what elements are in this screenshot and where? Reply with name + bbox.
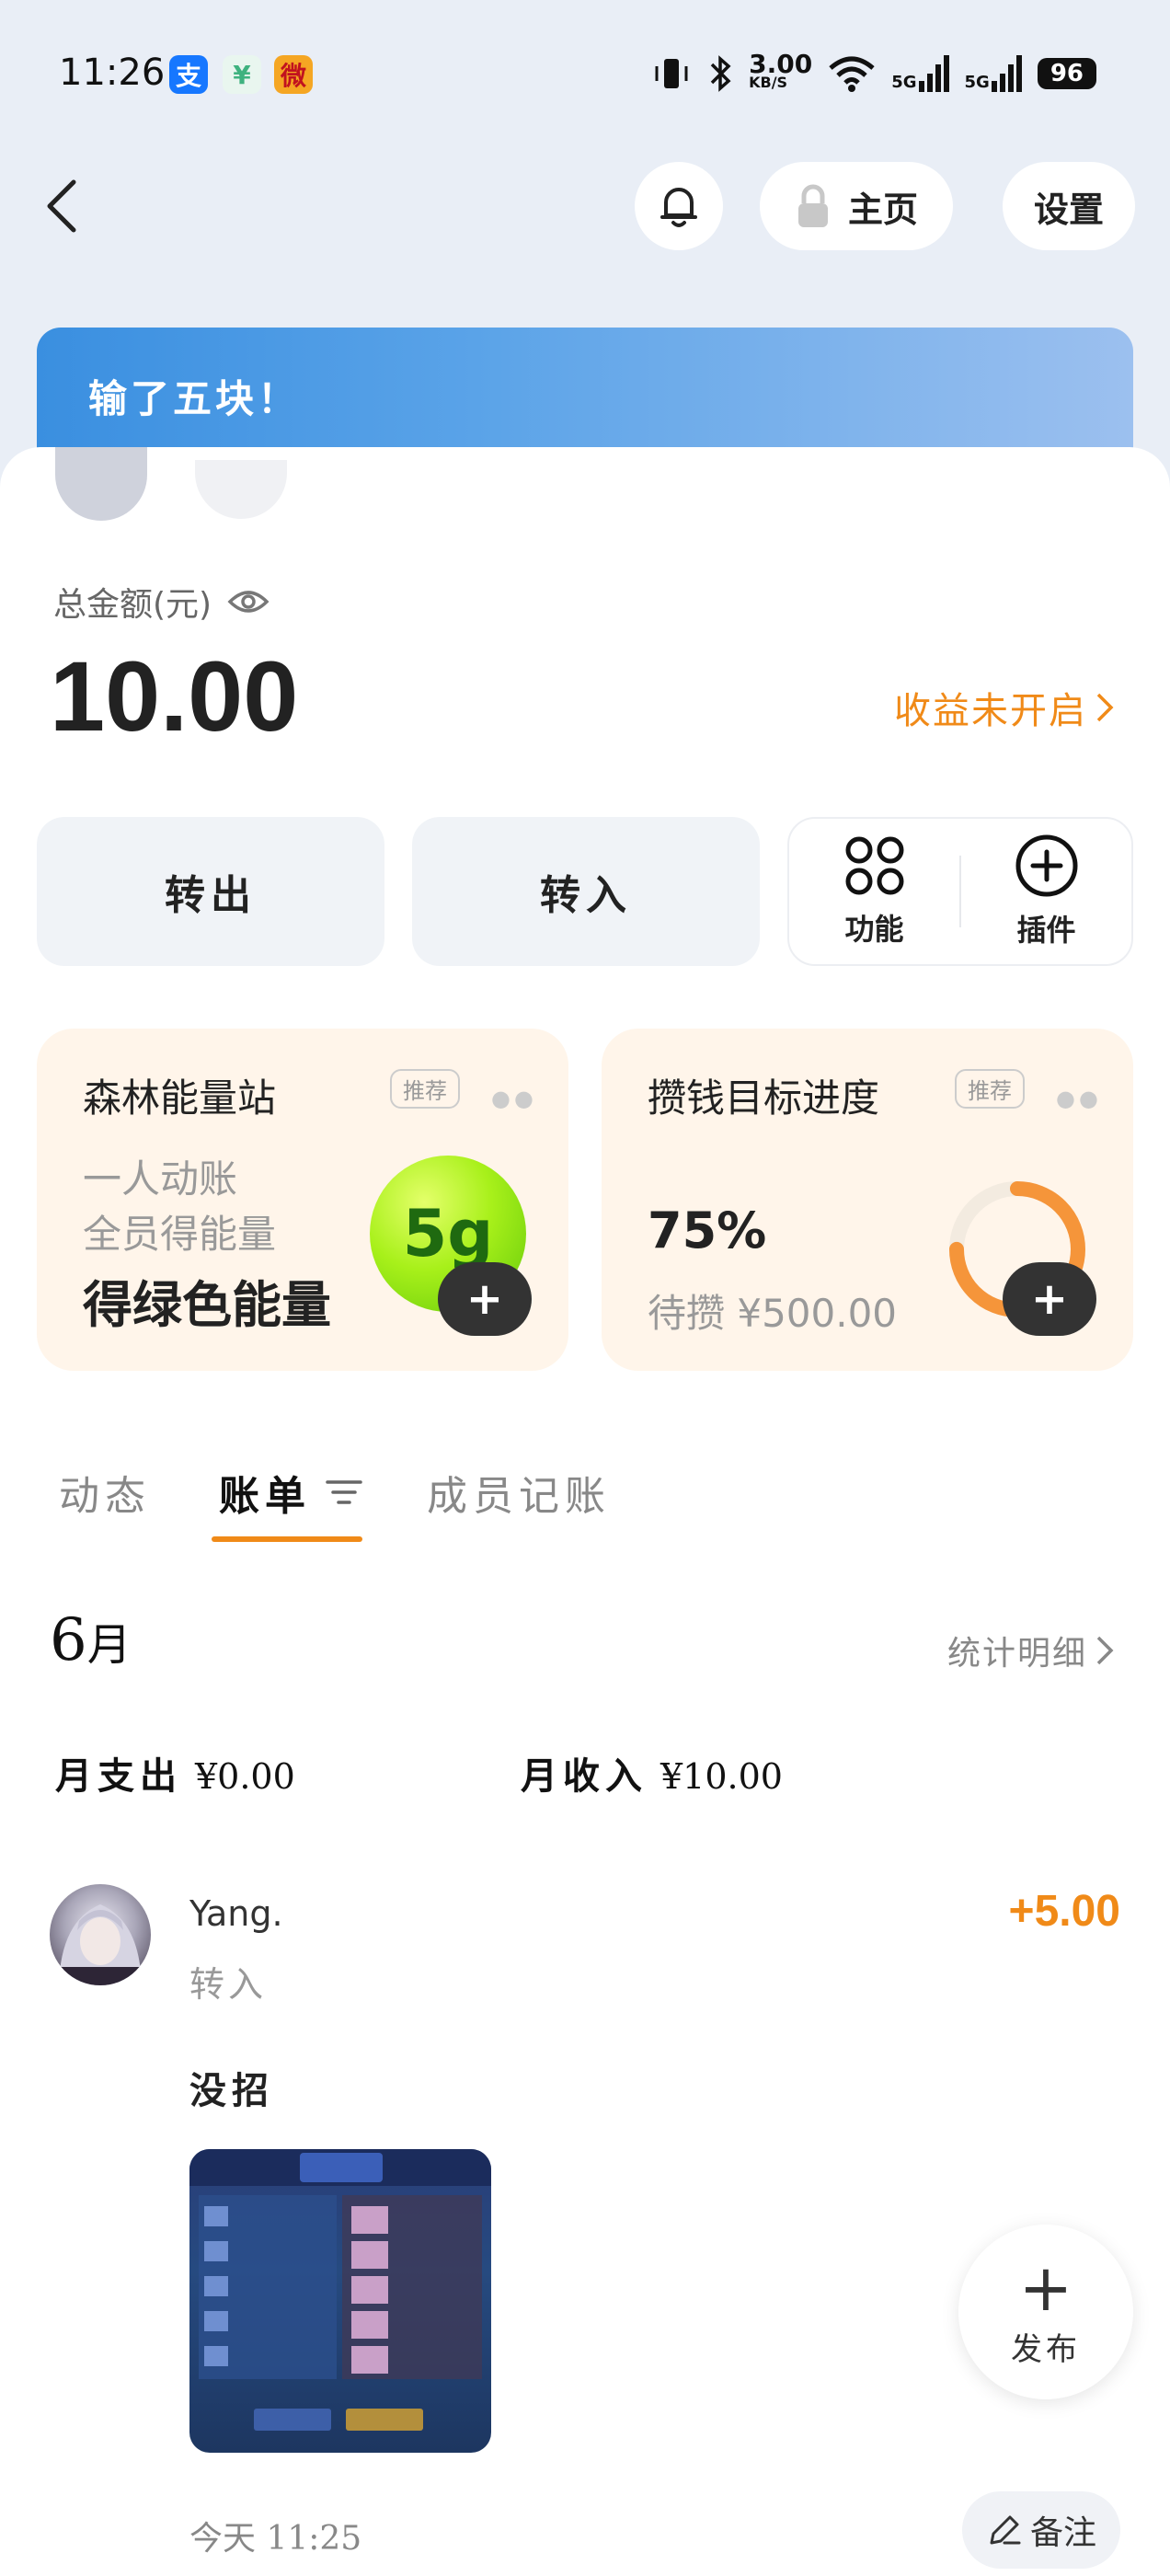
functions-button[interactable]: 功能 — [789, 819, 959, 964]
recommend-tag: 推荐 — [390, 1069, 460, 1109]
goal-percent: 75% — [648, 1202, 767, 1259]
wifi-icon — [829, 56, 875, 92]
month-number: 6 — [50, 1606, 87, 1674]
total-amount-label: 总金额(元) — [53, 578, 270, 626]
forest-card-title: 森林能量站 — [83, 1075, 277, 1121]
tab-bill-label: 账单 — [219, 1473, 311, 1520]
yield-link-text: 收益未开启 — [894, 690, 1087, 732]
plus-icon: + — [1018, 2249, 1073, 2326]
eye-icon[interactable] — [226, 585, 270, 618]
bell-icon — [660, 188, 697, 227]
goal-card-title: 攒钱目标进度 — [648, 1075, 880, 1121]
goal-add-button[interactable]: + — [1003, 1262, 1096, 1336]
bluetooth-icon — [710, 55, 731, 92]
transfer-in-label: 转入 — [540, 872, 632, 919]
avatar-illustration — [50, 1904, 151, 1985]
remark-button[interactable]: 备注 — [962, 2491, 1120, 2569]
transfer-out-label: 转出 — [165, 872, 257, 919]
vibrate-icon — [655, 59, 688, 88]
transfer-out-button[interactable]: 转出 — [37, 817, 384, 966]
tab-activity[interactable]: 动态 — [59, 1463, 151, 1522]
chevron-right-icon — [1096, 1636, 1114, 1665]
entry-user-name: Yang. — [189, 1893, 283, 1934]
yield-link[interactable]: 收益未开启 — [894, 681, 1115, 734]
grid-icon — [845, 836, 903, 895]
month-expense: 月支出 ¥0.00 — [55, 1746, 295, 1800]
net-speed-unit: KB/S — [749, 74, 788, 91]
entry-note: 没招 — [189, 2070, 274, 2112]
lock-icon — [797, 184, 828, 227]
publish-label: 发布 — [1011, 2330, 1081, 2368]
tab-bar: 动态 账单 成员记账 — [0, 1454, 1170, 1546]
plugins-label: 插件 — [1016, 913, 1076, 948]
chevron-right-icon — [1096, 693, 1114, 722]
energy-ball-text: 5g — [402, 1196, 494, 1271]
signal-2-label: 5G — [964, 73, 990, 92]
status-indicators: 3.00 KB/S 5G 5G 96 — [651, 49, 1096, 94]
entry-amount: +5.00 — [1008, 1887, 1120, 1936]
function-box: 功能 插件 — [787, 817, 1133, 966]
month-unit: 月 — [86, 1619, 132, 1671]
entry-type: 转入 — [189, 1964, 268, 2005]
forest-add-button[interactable]: + — [438, 1262, 532, 1336]
game-screenshot-thumbnail — [189, 2149, 491, 2431]
recommend-tag: 推荐 — [955, 1069, 1025, 1109]
month-income-value: ¥10.00 — [660, 1756, 783, 1797]
month-expense-label: 月支出 — [55, 1755, 182, 1798]
tab-bill[interactable]: 账单 — [219, 1463, 362, 1522]
savings-goal-card[interactable]: 攒钱目标进度 推荐 ●● 75% 待攒 ¥500.00 + — [602, 1029, 1133, 1371]
notification-button[interactable] — [635, 162, 723, 250]
forest-card-line2: 全员得能量 — [83, 1212, 277, 1257]
banner-text: 输了五块！ — [88, 376, 301, 421]
month-income-label: 月收入 — [521, 1755, 648, 1798]
more-dots-icon[interactable]: ●● — [1056, 1086, 1102, 1111]
publish-button[interactable]: + 发布 — [958, 2225, 1133, 2399]
battery-indicator: 96 — [1037, 58, 1096, 89]
entry-avatar[interactable] — [50, 1884, 151, 1985]
alipay-icon: 支 — [169, 55, 208, 94]
remark-label: 备注 — [1029, 2514, 1096, 2552]
pencil-icon — [990, 2515, 1021, 2545]
signal-bars-icon — [991, 55, 1022, 92]
signal-2: 5G — [965, 55, 1023, 92]
total-label-text: 总金额(元) — [53, 586, 212, 624]
stats-link-text: 统计明细 — [946, 1635, 1087, 1673]
weibo-icon: 微 — [274, 55, 313, 94]
forest-card-headline: 得绿色能量 — [83, 1276, 331, 1334]
signal-bars-icon — [918, 55, 949, 92]
stats-detail-link[interactable]: 统计明细 — [947, 1627, 1115, 1674]
month-expense-value: ¥0.00 — [195, 1756, 295, 1797]
transfer-in-button[interactable]: 转入 — [412, 817, 760, 966]
tab-member-records[interactable]: 成员记账 — [427, 1463, 611, 1522]
home-button[interactable]: 主页 — [760, 162, 953, 250]
filter-icon — [326, 1480, 362, 1504]
home-label: 主页 — [847, 189, 918, 230]
plugins-button[interactable]: 插件 — [961, 819, 1131, 964]
signal-1: 5G — [891, 55, 949, 92]
signal-1-label: 5G — [891, 73, 917, 92]
net-speed: 3.00 KB/S — [749, 49, 813, 92]
forest-energy-card[interactable]: 森林能量站 推荐 ●● 一人动账 全员得能量 得绿色能量 5g + — [37, 1029, 568, 1371]
fund-icon: ¥ — [223, 55, 261, 94]
chevron-left-icon — [47, 179, 76, 233]
net-speed-value: 3.00 — [749, 49, 813, 79]
forest-card-line1: 一人动账 — [83, 1156, 238, 1202]
status-time: 11:26 — [59, 52, 166, 94]
settings-label: 设置 — [1033, 189, 1104, 230]
status-bar: 11:26 支 ¥ 微 3.00 KB/S 5G 5G 96 — [0, 0, 1170, 147]
more-dots-icon[interactable]: ●● — [491, 1086, 537, 1111]
functions-label: 功能 — [844, 912, 904, 947]
active-tab-indicator — [212, 1536, 362, 1542]
settings-button[interactable]: 设置 — [1003, 162, 1135, 250]
plus-circle-icon — [1015, 834, 1077, 897]
goal-remaining: 待攒 ¥500.00 — [648, 1291, 898, 1336]
announcement-banner[interactable]: 输了五块！ — [37, 328, 1133, 466]
total-amount: 10.00 — [50, 640, 299, 752]
entry-time: 今天 11:25 — [189, 2520, 362, 2558]
month-header: 6月 — [50, 1606, 132, 1674]
back-button[interactable] — [37, 169, 92, 243]
month-income: 月收入 ¥10.00 — [521, 1746, 783, 1800]
entry-attachment-image[interactable] — [189, 2149, 491, 2453]
